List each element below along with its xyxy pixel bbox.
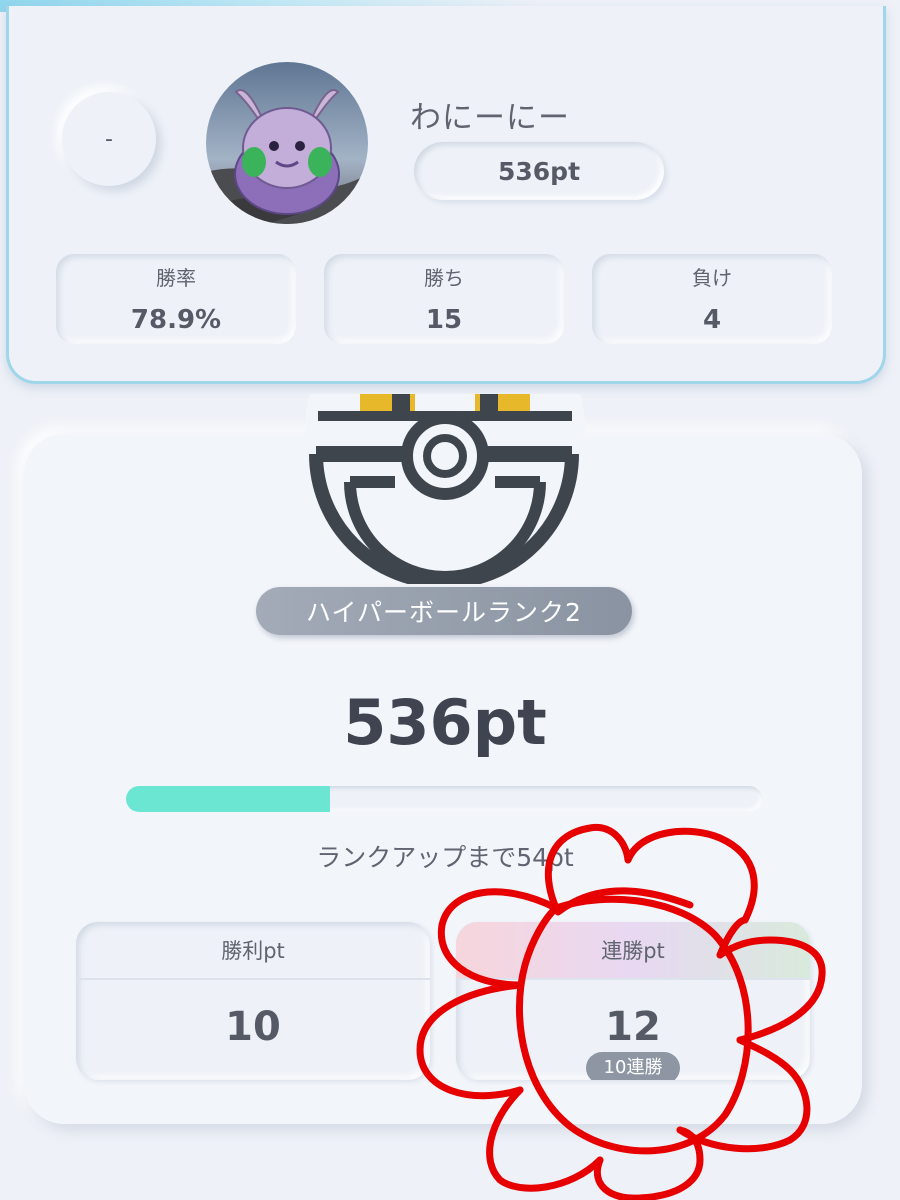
stat-label: 勝率 [156,266,196,290]
rank-badge-label: ハイパーボールランク2 [306,598,582,627]
stat-value: 78.9% [130,305,222,335]
stat-win-rate: 勝率 78.9% [56,254,296,344]
rank-points: 536pt [343,686,547,759]
rankup-remaining-text: ランクアップまで54pt [316,843,574,872]
streak-points-value: 12 [605,1004,661,1050]
rank-badge: ハイパーボールランク2 [256,587,632,635]
streak-points-box: 連勝pt 12 10連勝 [456,922,810,1080]
stat-value: 15 [425,305,463,335]
stat-value: 4 [702,305,722,335]
win-points-box: 勝利pt 10 [76,922,430,1080]
rank-position: - [105,126,113,152]
stat-wins: 勝ち 15 [324,254,564,344]
goodra-avatar-icon[interactable] [206,62,368,224]
rank-position-circle: - [62,92,156,186]
stat-label: 勝ち [424,266,464,290]
stat-label: 負け [692,266,732,290]
player-points: 536pt [497,156,581,186]
player-points-pill: 536pt [414,142,664,200]
win-points-value: 10 [225,1004,281,1050]
player-name: わにーにー [410,100,570,136]
rank-progress-fill [126,786,330,812]
streak-points-label: 連勝pt [456,922,810,980]
stat-losses: 負け 4 [592,254,832,344]
streak-count-badge: 10連勝 [586,1052,680,1080]
rank-progress-bar [126,786,762,812]
win-points-label: 勝利pt [76,922,430,980]
hyper-ball-icon [300,394,590,584]
